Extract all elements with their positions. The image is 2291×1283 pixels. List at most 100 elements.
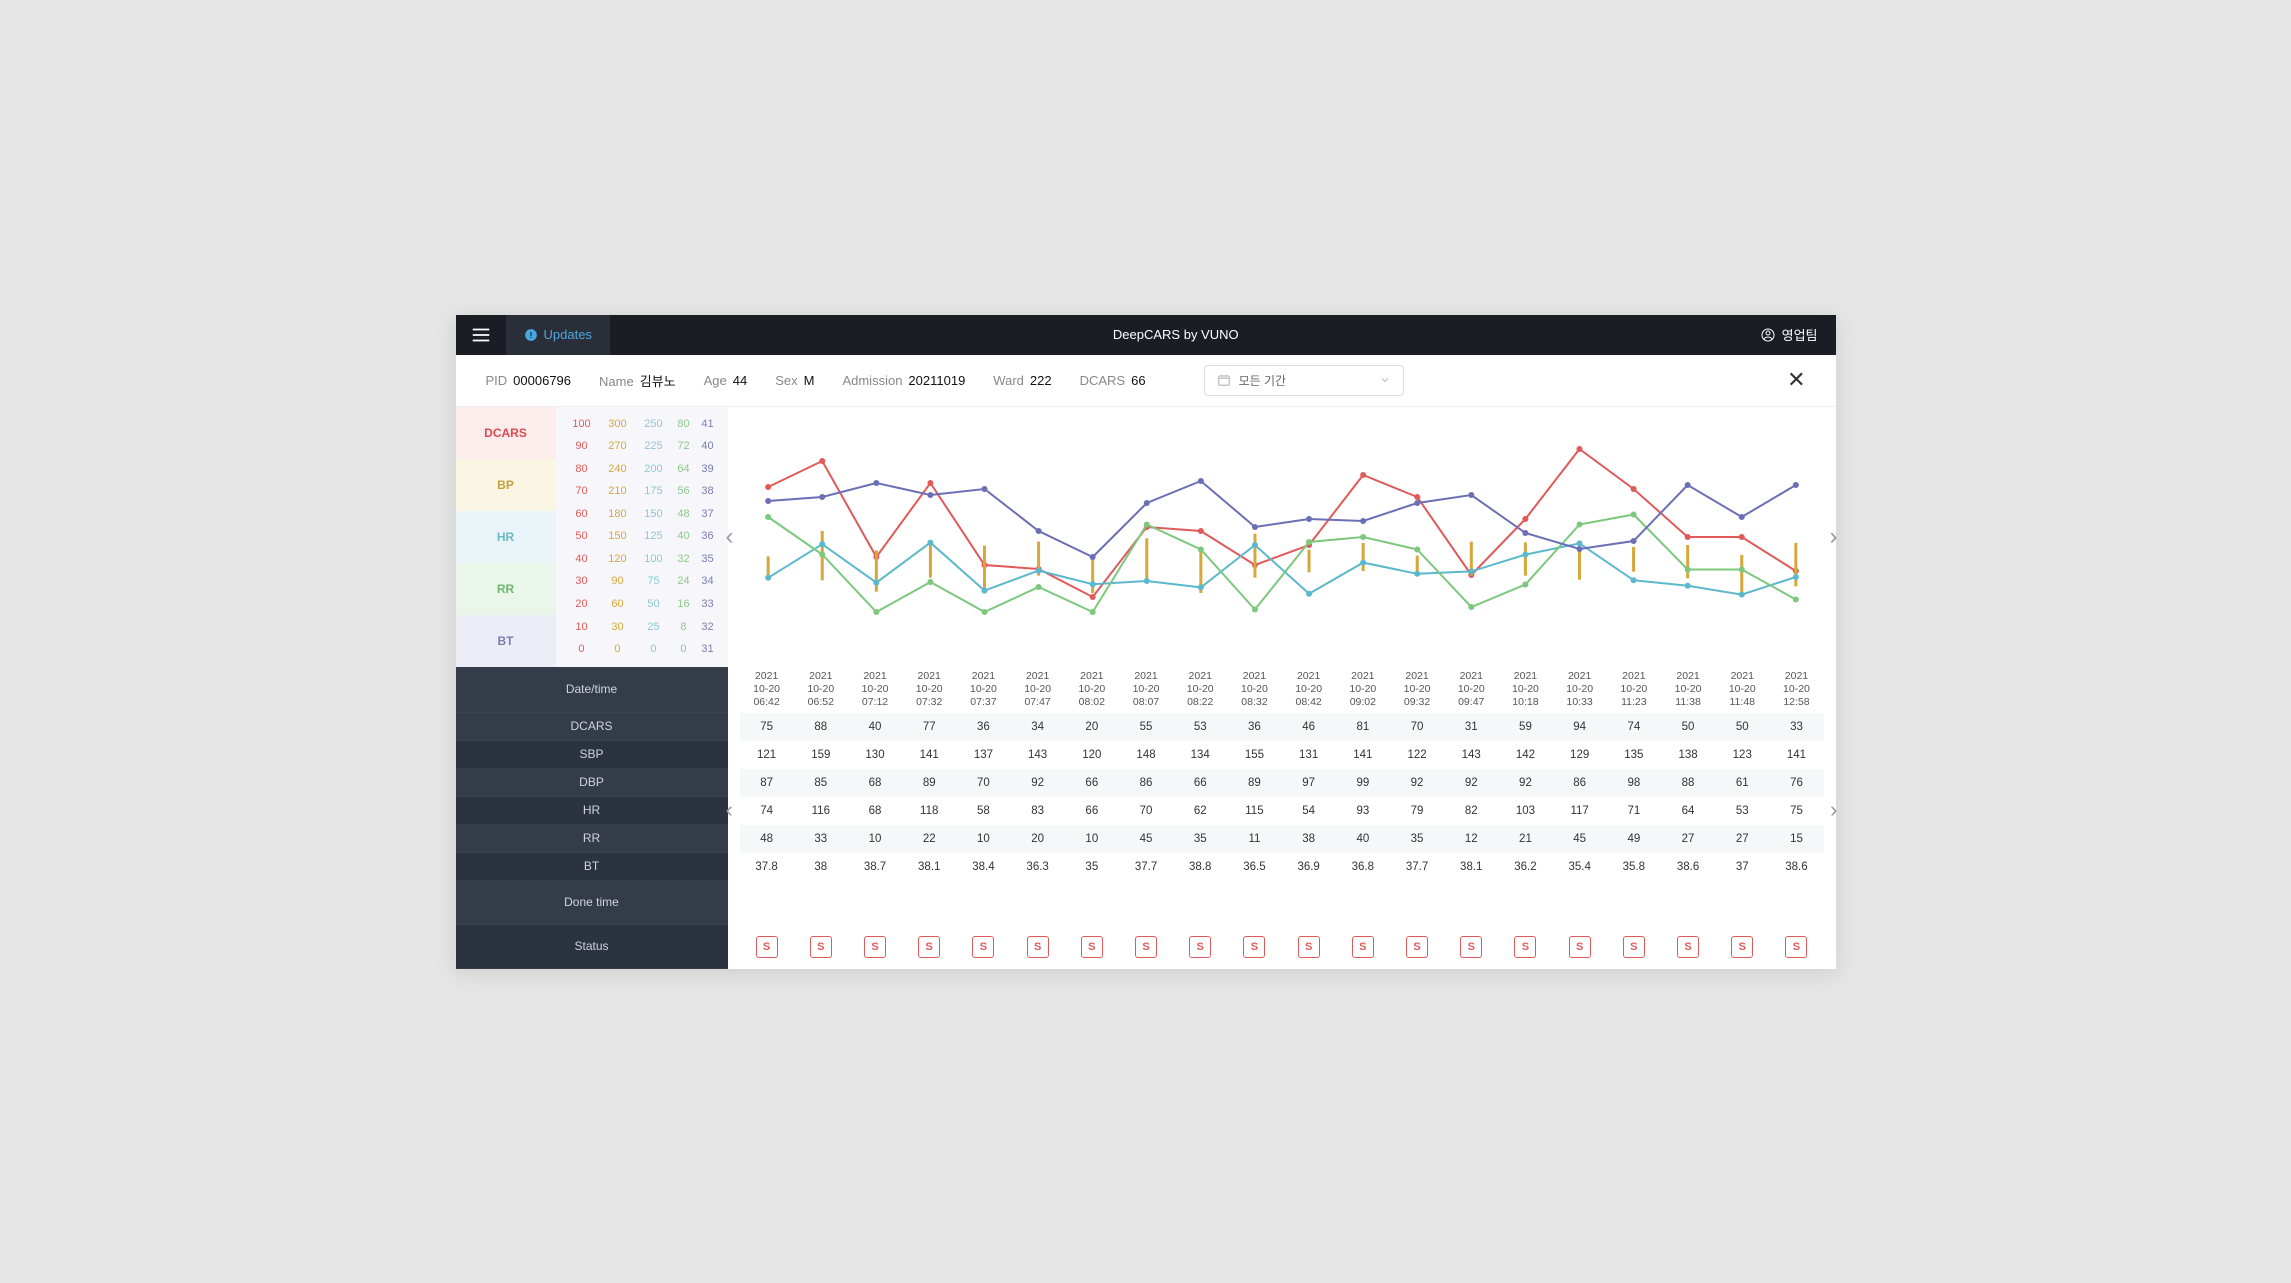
scale-num-bp: 270 (599, 435, 635, 458)
status-badge[interactable]: S (1623, 936, 1645, 958)
scale-num-rr: 24 (671, 570, 695, 593)
status-badge[interactable]: S (1243, 936, 1265, 958)
scale-numbers: 1003002508041902702257240802402006439702… (556, 407, 728, 667)
scale-num-hr: 50 (635, 593, 671, 616)
table-cell: 36.2 (1498, 853, 1552, 881)
status-badge[interactable]: S (1460, 936, 1482, 958)
table-cell: S (1282, 925, 1336, 969)
table-cell: 70 (1119, 797, 1173, 825)
scale-num-bp: 30 (599, 615, 635, 638)
table-cell: 35 (1173, 825, 1227, 853)
table-cell: 74 (740, 797, 794, 825)
status-badge[interactable]: S (1514, 936, 1536, 958)
table-cell: 33 (1769, 713, 1823, 741)
dcars-field: DCARS66 (1080, 373, 1146, 388)
table-cell: 87 (740, 769, 794, 797)
status-badge[interactable]: S (810, 936, 832, 958)
table-cell: S (1173, 925, 1227, 969)
table-cell: 38.1 (1444, 853, 1498, 881)
table-cell: 38.4 (956, 853, 1010, 881)
scale-label-dcars: DCARS (456, 407, 556, 459)
table-cell: 59 (1498, 713, 1552, 741)
admission-field: Admission20211019 (842, 373, 965, 388)
table-cell: 38 (794, 853, 848, 881)
svg-text:!: ! (529, 330, 532, 339)
table-cell: 202110-2008:07 (1119, 667, 1173, 713)
scale-num-bt: 39 (695, 458, 719, 481)
table-cell: 38.6 (1769, 853, 1823, 881)
table-cell: 135 (1607, 741, 1661, 769)
scale-num-bt: 38 (695, 480, 719, 503)
table-cell: 38.7 (848, 853, 902, 881)
user-badge[interactable]: 영업팀 (1742, 325, 1836, 344)
table-cell: 202110-2009:32 (1390, 667, 1444, 713)
menu-button[interactable] (456, 315, 506, 355)
status-badge[interactable]: S (756, 936, 778, 958)
status-badge[interactable]: S (1189, 936, 1211, 958)
updates-tab[interactable]: ! Updates (506, 315, 610, 355)
table-cell: 45 (1553, 825, 1607, 853)
table-cell: S (1769, 925, 1823, 969)
chart-next-button[interactable]: › (1830, 523, 1838, 551)
status-badge[interactable]: S (1081, 936, 1103, 958)
scale-num-dcars: 100 (564, 413, 600, 436)
table-cell: 48 (740, 825, 794, 853)
close-button[interactable]: ✕ (1787, 367, 1805, 393)
grid-prev-button[interactable]: ‹ (726, 797, 733, 823)
table-cell: 202110-2012:58 (1769, 667, 1823, 713)
status-badge[interactable]: S (1785, 936, 1807, 958)
status-badge[interactable]: S (1677, 936, 1699, 958)
table-cell: 27 (1661, 825, 1715, 853)
table-cell: 22 (902, 825, 956, 853)
table-cell: 53 (1173, 713, 1227, 741)
status-badge[interactable]: S (1027, 936, 1049, 958)
table-cell: 123 (1715, 741, 1769, 769)
table-cell: S (956, 925, 1010, 969)
table-cell: 103 (1498, 797, 1552, 825)
table-cell: 141 (902, 741, 956, 769)
status-badge[interactable]: S (1298, 936, 1320, 958)
period-select[interactable]: 모든 기간 (1204, 365, 1404, 396)
table-cell: 97 (1282, 769, 1336, 797)
table-cell (1065, 881, 1119, 925)
status-badge[interactable]: S (864, 936, 886, 958)
table-cell: 50 (1715, 713, 1769, 741)
table-cell: 46 (1282, 713, 1336, 741)
status-badge[interactable]: S (1406, 936, 1428, 958)
scale-num-rr: 32 (671, 548, 695, 571)
table-cell: 35.8 (1607, 853, 1661, 881)
table-cell: 27 (1715, 825, 1769, 853)
row-header-dbp: DBP (456, 769, 728, 797)
scale-num-bt: 36 (695, 525, 719, 548)
table-cell: 138 (1661, 741, 1715, 769)
status-badge[interactable]: S (1569, 936, 1591, 958)
status-badge[interactable]: S (972, 936, 994, 958)
table-cell: S (1336, 925, 1390, 969)
scale-num-bt: 33 (695, 593, 719, 616)
table-cell: 20 (1065, 713, 1119, 741)
table-cell: 131 (1282, 741, 1336, 769)
scale-num-bp: 240 (599, 458, 635, 481)
table-cell: 115 (1227, 797, 1281, 825)
table-cell: 35 (1390, 825, 1444, 853)
scale-num-hr: 175 (635, 480, 671, 503)
table-cell: 83 (1011, 797, 1065, 825)
table-cell: 202110-2008:22 (1173, 667, 1227, 713)
status-badge[interactable]: S (1135, 936, 1157, 958)
table-cell: 159 (794, 741, 848, 769)
table-cell: 40 (1336, 825, 1390, 853)
status-badge[interactable]: S (918, 936, 940, 958)
table-cell (848, 881, 902, 925)
scale-num-dcars: 90 (564, 435, 600, 458)
table-cell: 45 (1119, 825, 1173, 853)
table-cell: 37.7 (1390, 853, 1444, 881)
grid-next-button[interactable]: › (1830, 797, 1837, 823)
chart-prev-button[interactable]: ‹ (726, 523, 734, 551)
table-cell: 137 (956, 741, 1010, 769)
status-badge[interactable]: S (1352, 936, 1374, 958)
table-cell: 134 (1173, 741, 1227, 769)
table-cell: 38 (1282, 825, 1336, 853)
status-badge[interactable]: S (1731, 936, 1753, 958)
table-cell: 143 (1444, 741, 1498, 769)
table-cell: S (1065, 925, 1119, 969)
